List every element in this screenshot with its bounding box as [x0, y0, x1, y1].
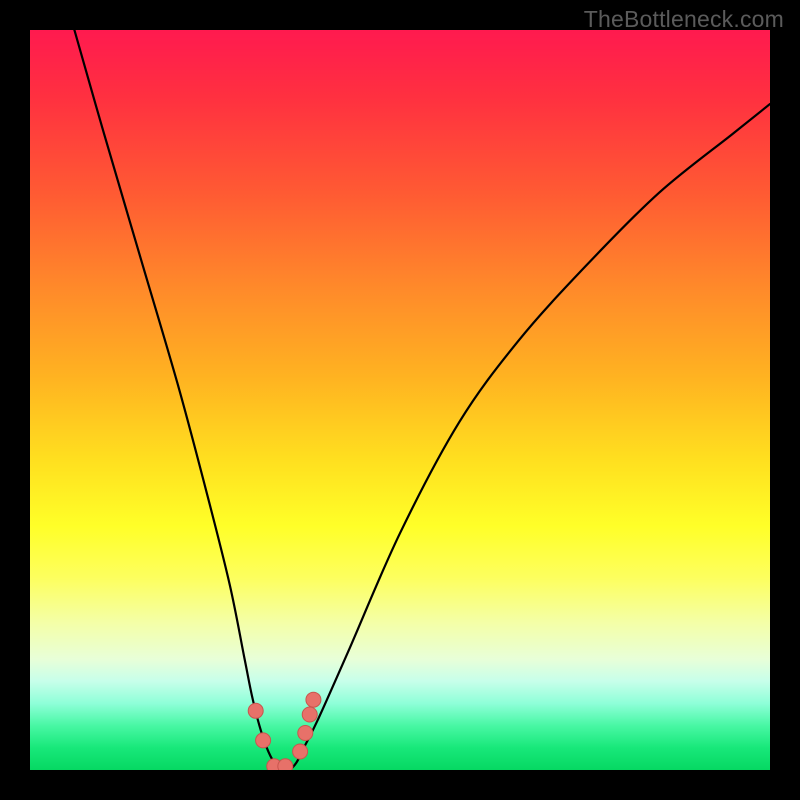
data-marker: [306, 692, 321, 707]
watermark-text: TheBottleneck.com: [584, 6, 784, 33]
data-marker: [302, 707, 317, 722]
plot-area: [30, 30, 770, 770]
data-marker: [248, 703, 263, 718]
data-marker: [298, 726, 313, 741]
markers-group: [248, 692, 321, 770]
curve-line: [74, 30, 770, 770]
data-marker: [256, 733, 271, 748]
chart-frame: TheBottleneck.com: [0, 0, 800, 800]
curve-svg: [30, 30, 770, 770]
data-marker: [278, 759, 293, 770]
data-marker: [293, 744, 308, 759]
